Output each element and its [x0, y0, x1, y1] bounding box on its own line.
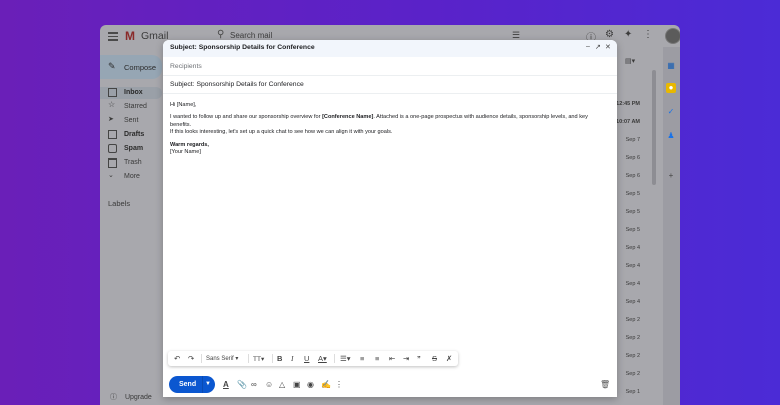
- app-name[interactable]: Gmail: [141, 30, 168, 42]
- sidebar-item-label: Drafts: [124, 131, 145, 138]
- expand-icon[interactable]: ↗: [595, 43, 601, 51]
- send-label: Send: [179, 381, 197, 388]
- message-body[interactable]: Hi [Name], I wanted to follow up and sha…: [170, 102, 610, 156]
- gemini-icon[interactable]: ✦: [624, 29, 632, 40]
- sidebar-item-spam[interactable]: Spam: [100, 143, 162, 155]
- compose-button[interactable]: ✎ Compose: [100, 55, 162, 79]
- signature: [Your Name]: [170, 149, 201, 156]
- paragraph-2: If this looks interesting, let's set up …: [170, 129, 393, 136]
- formatting-options-icon[interactable]: A: [223, 380, 229, 389]
- upgrade-label: Upgrade: [124, 394, 152, 401]
- send-button[interactable]: Send ▼: [169, 376, 215, 393]
- align-icon[interactable]: ☰▾: [340, 354, 351, 363]
- tasks-icon[interactable]: ✓: [666, 107, 676, 117]
- sidebar-item-label: Trash: [124, 159, 142, 166]
- list-view-menu-icon[interactable]: ▤▾: [625, 57, 635, 65]
- sidebar-item-label: Inbox: [124, 89, 143, 96]
- sidebar-item-label: Starred: [124, 103, 147, 110]
- compose-window: Subject: Sponsorship Details for Confere…: [163, 40, 617, 397]
- upgrade-link[interactable]: ⓘ Upgrade: [110, 392, 152, 402]
- search-icon[interactable]: ⚲: [217, 29, 224, 40]
- main-menu-icon[interactable]: [108, 30, 118, 43]
- side-panel: ▦ ● ✓ ♟ +: [663, 47, 680, 405]
- sidebar-item-label: More: [124, 173, 140, 180]
- compose-header[interactable]: Subject: Sponsorship Details for Confere…: [163, 40, 617, 57]
- add-addon-icon[interactable]: +: [666, 171, 676, 181]
- calendar-icon[interactable]: ▦: [666, 61, 676, 71]
- star-icon: ☆: [108, 100, 116, 109]
- conference-name: [Conference Name]: [322, 114, 374, 121]
- more-options-icon[interactable]: ⋮: [335, 380, 343, 389]
- font-size-icon[interactable]: TT▾: [253, 355, 264, 363]
- indent-more-icon[interactable]: ⇥: [403, 354, 409, 363]
- subject-text: Subject: Sponsorship Details for Confere…: [170, 81, 304, 88]
- scrollbar[interactable]: [652, 70, 656, 185]
- bold-icon[interactable]: B: [277, 354, 282, 363]
- compose-label: Compose: [124, 63, 157, 72]
- underline-icon[interactable]: U: [304, 354, 309, 363]
- insert-link-icon[interactable]: ∞: [251, 380, 257, 389]
- indent-less-icon[interactable]: ⇤: [389, 354, 395, 363]
- draft-icon: [108, 130, 117, 139]
- clear-formatting-icon[interactable]: ✗: [446, 354, 452, 363]
- sidebar-item-sent[interactable]: ➤ Sent: [100, 115, 162, 127]
- text-color-icon[interactable]: A▾: [318, 354, 327, 363]
- trash-icon: [108, 158, 117, 168]
- strikethrough-icon[interactable]: S: [432, 354, 437, 363]
- greeting: Hi [Name],: [170, 102, 197, 108]
- labels-heading: Labels: [108, 199, 131, 208]
- paragraph-1: I wanted to follow up and share our spon…: [170, 114, 588, 128]
- upgrade-icon: ⓘ: [110, 394, 117, 401]
- font-family-select[interactable]: Sans Serif ▾: [206, 355, 238, 362]
- contacts-icon[interactable]: ♟: [666, 131, 676, 141]
- schedule-send-icon[interactable]: ▼: [205, 381, 211, 387]
- inbox-icon: [108, 88, 117, 97]
- bulleted-list-icon[interactable]: ≡: [375, 354, 379, 363]
- sidebar-item-label: Spam: [124, 145, 144, 152]
- close-icon[interactable]: ✕: [605, 43, 611, 51]
- confidential-mode-icon[interactable]: ◉: [307, 380, 314, 389]
- search-input[interactable]: Search mail: [230, 31, 272, 40]
- attach-icon[interactable]: 📎: [237, 380, 247, 389]
- sidebar-item-inbox[interactable]: Inbox: [100, 87, 162, 99]
- recipients-field[interactable]: Recipients: [163, 58, 617, 76]
- formatting-toolbar: ↶ ↷ Sans Serif ▾ TT▾ B I U A▾ ☰▾ ≡ ≡ ⇤ ⇥…: [168, 351, 458, 366]
- sidebar-item-more[interactable]: ⌄ More: [100, 171, 162, 183]
- apps-icon[interactable]: ⋮: [643, 29, 653, 40]
- chevron-down-icon: ⌄: [108, 172, 114, 179]
- send-icon: ➤: [108, 116, 114, 123]
- subject-field[interactable]: Subject: Sponsorship Details for Confere…: [163, 76, 617, 94]
- sidebar-item-starred[interactable]: ☆ Starred: [100, 100, 162, 113]
- spam-icon: [108, 144, 117, 153]
- insert-photo-icon[interactable]: ▣: [293, 380, 301, 389]
- gmail-logo-icon[interactable]: M: [125, 29, 135, 43]
- quote-icon[interactable]: ”: [417, 354, 421, 363]
- minimize-icon[interactable]: –: [586, 43, 590, 50]
- drive-icon[interactable]: △: [279, 380, 285, 389]
- signature-icon[interactable]: ✍: [321, 380, 331, 389]
- recipients-placeholder: Recipients: [170, 63, 202, 70]
- emoji-icon[interactable]: ☺: [265, 380, 273, 389]
- keep-icon[interactable]: ●: [666, 83, 676, 93]
- sign-off: Warm regards,: [170, 141, 209, 148]
- pencil-icon: ✎: [108, 61, 116, 71]
- redo-icon[interactable]: ↷: [188, 354, 194, 363]
- sidebar-item-label: Sent: [124, 117, 139, 124]
- sidebar-item-trash[interactable]: Trash: [100, 157, 162, 169]
- compose-title: Subject: Sponsorship Details for Confere…: [170, 44, 315, 51]
- italic-icon[interactable]: I: [291, 354, 294, 363]
- avatar[interactable]: [665, 28, 680, 44]
- undo-icon[interactable]: ↶: [174, 354, 180, 363]
- discard-draft-icon[interactable]: 🗑: [600, 380, 610, 389]
- numbered-list-icon[interactable]: ≡: [360, 354, 364, 363]
- sidebar-item-drafts[interactable]: Drafts: [100, 129, 162, 141]
- settings-icon[interactable]: ⚙: [605, 29, 614, 40]
